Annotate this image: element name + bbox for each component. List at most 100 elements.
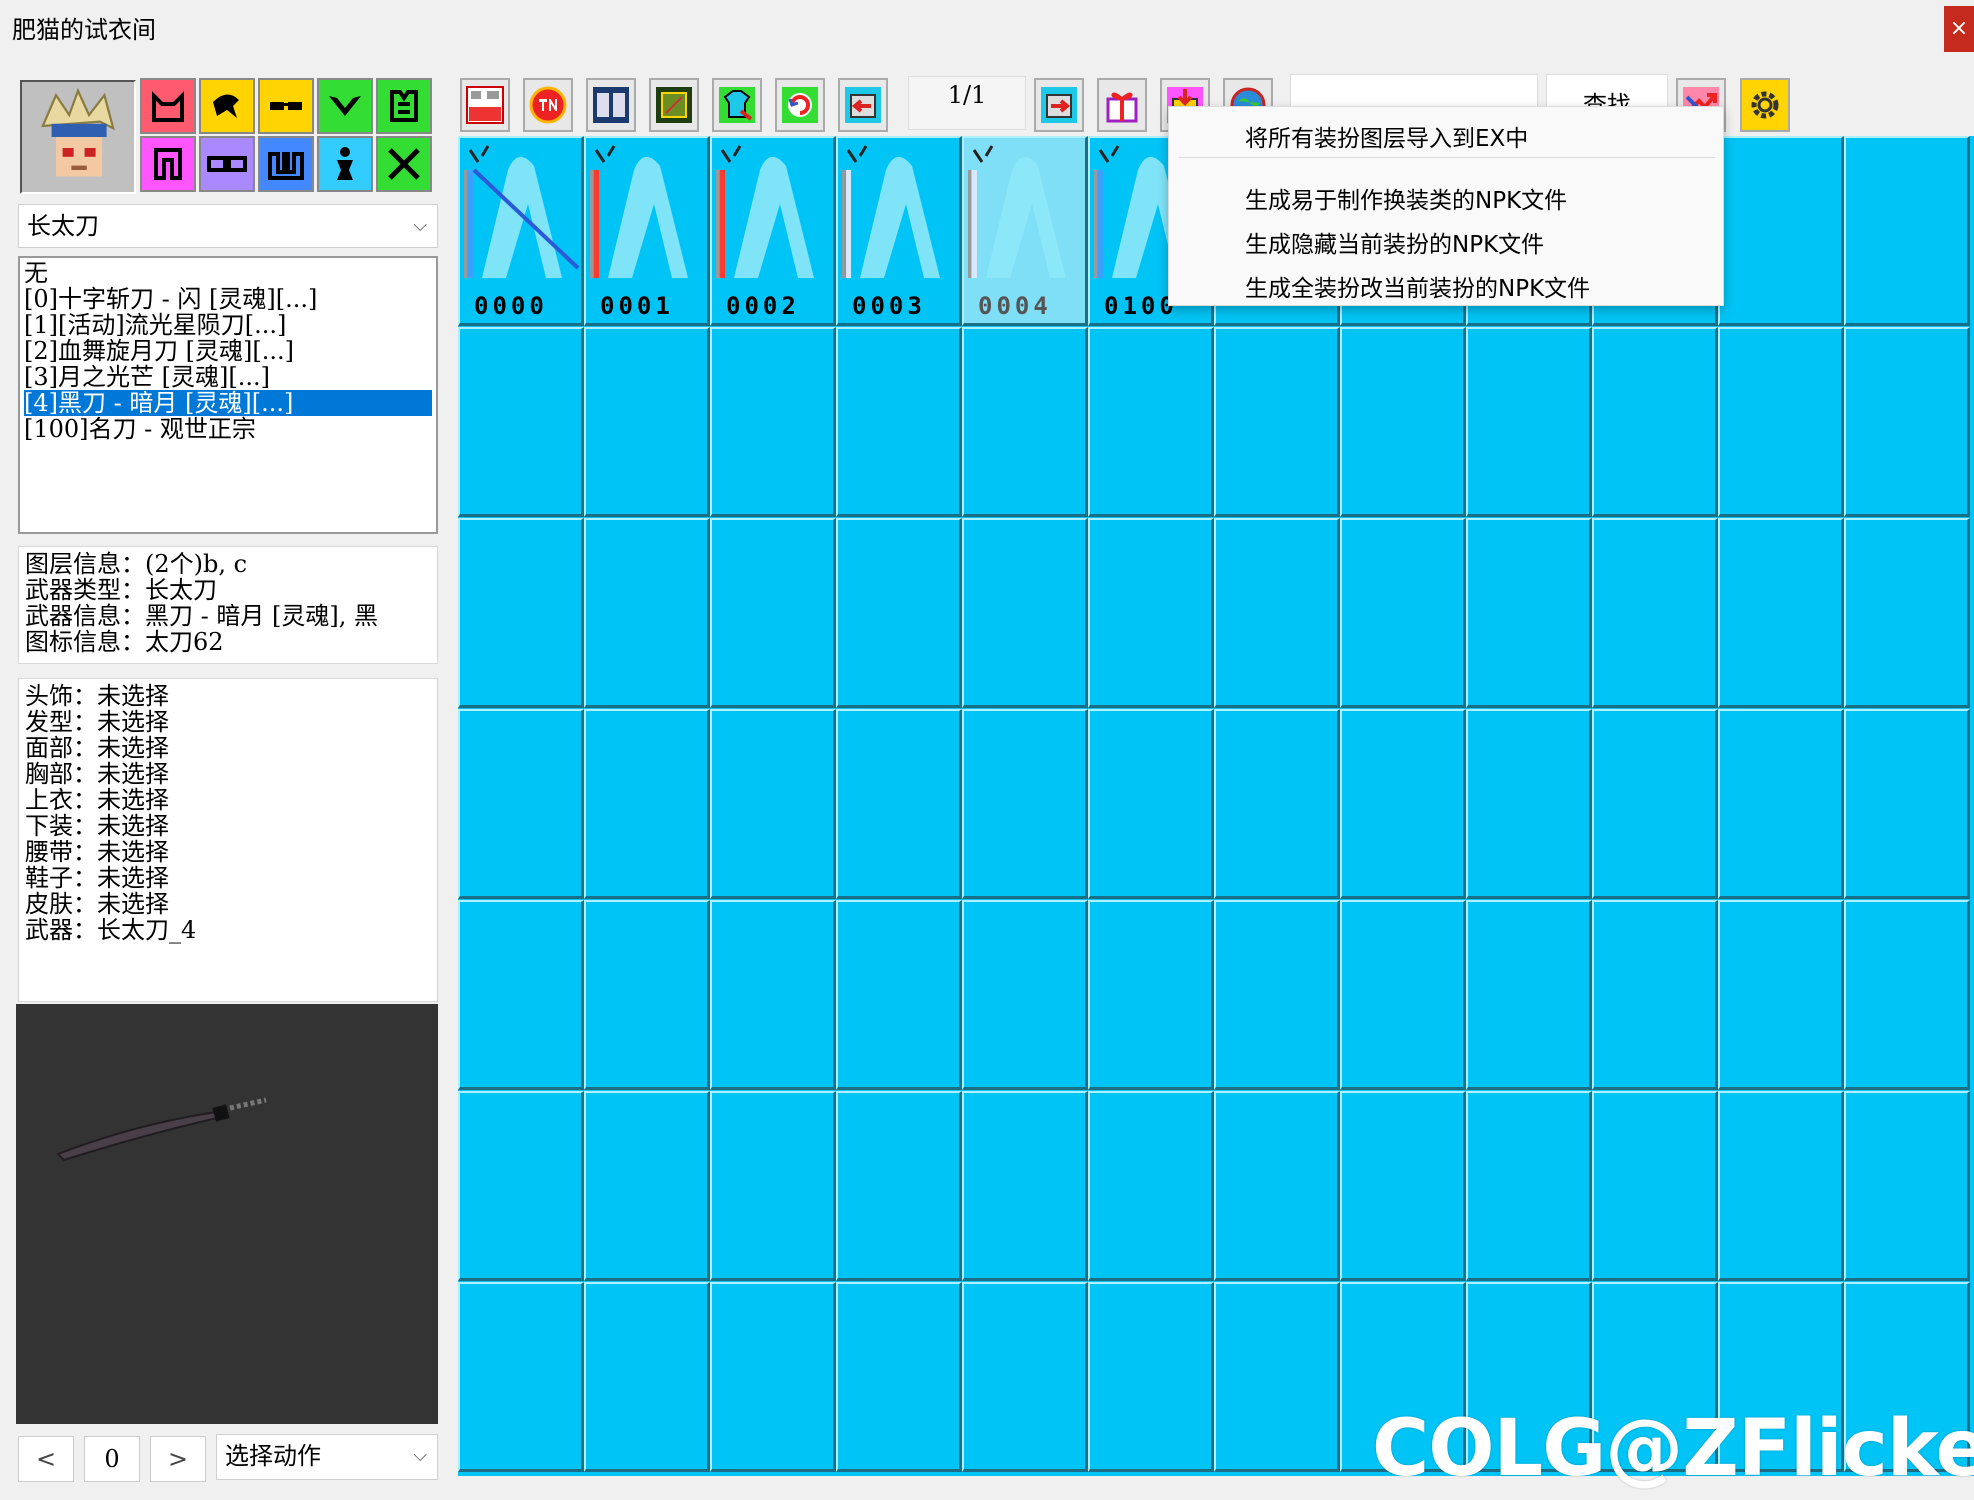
frame-number-input[interactable]: 0 [84,1436,140,1482]
grid-cell[interactable] [710,1282,836,1472]
grid-cell[interactable] [584,1282,710,1472]
slot-neck-button[interactable] [317,78,373,134]
grid-cell[interactable]: 0003 [836,136,962,326]
menu-item-generate-full-npk[interactable]: 生成全装扮改当前装扮的NPK文件 [1245,269,1590,303]
slot-pants-button[interactable] [140,136,196,192]
grid-cell[interactable] [962,1091,1088,1281]
list-item[interactable]: [3]月之光芒 [灵魂][...] [24,364,432,390]
grid-cell[interactable] [1592,1091,1718,1281]
menu-item-import-ex[interactable]: 将所有装扮图层导入到EX中 [1245,119,1528,153]
grid-cell[interactable]: 0002 [710,136,836,326]
grid-cell[interactable] [836,327,962,517]
grid-cell[interactable] [836,709,962,899]
action-select[interactable]: 选择动作 ⌵ [216,1434,438,1480]
grid-cell[interactable] [1718,1091,1844,1281]
grid-cell[interactable] [962,900,1088,1090]
grid-cell[interactable] [710,900,836,1090]
export-button[interactable] [1034,78,1084,132]
grid-cell[interactable] [836,900,962,1090]
grid-cell[interactable] [1718,327,1844,517]
next-frame-button[interactable]: > [150,1436,206,1482]
close-button[interactable]: × [1944,6,1974,52]
grid-cell[interactable] [584,900,710,1090]
list-item[interactable]: [2]血舞旋月刀 [灵魂][...] [24,338,432,364]
grid-cell[interactable] [1214,900,1340,1090]
slot-cap-button[interactable] [140,78,196,134]
grid-cell[interactable] [584,327,710,517]
outfit-button[interactable] [712,78,762,132]
layers-panel-button[interactable] [586,78,636,132]
grid-cell[interactable] [1340,900,1466,1090]
grid-cell[interactable] [584,709,710,899]
grid-cell[interactable] [836,1282,962,1472]
grid-cell[interactable] [1214,1091,1340,1281]
grid-cell[interactable] [1844,518,1970,708]
grid-cell[interactable] [1844,136,1970,326]
grid-cell[interactable] [962,327,1088,517]
character-avatar[interactable] [20,80,136,194]
avatar-grid[interactable]: 0000 0001 0002 0003 0004 0100 [458,136,1974,1476]
grid-cell[interactable] [1592,518,1718,708]
menu-item-generate-hide-npk[interactable]: 生成隐藏当前装扮的NPK文件 [1245,225,1544,259]
grid-cell[interactable]: 0004 [962,136,1088,326]
refresh-button[interactable] [775,78,825,132]
grid-cell[interactable] [962,709,1088,899]
grid-cell[interactable] [1088,1282,1214,1472]
grid-cell[interactable] [458,518,584,708]
grid-cell[interactable]: 0001 [584,136,710,326]
gift-button[interactable] [1097,78,1147,132]
list-item[interactable]: 无 [24,260,432,286]
grid-cell[interactable] [1214,518,1340,708]
grid-cell[interactable] [1718,518,1844,708]
grid-cell[interactable] [836,518,962,708]
grid-cell[interactable] [458,327,584,517]
grid-cell[interactable] [1088,327,1214,517]
grid-cell[interactable] [1718,900,1844,1090]
list-item[interactable]: [0]十字斩刀 - 闪 [灵魂][...] [24,286,432,312]
grid-cell[interactable] [1466,709,1592,899]
frame-grid-button[interactable] [649,78,699,132]
grid-cell[interactable] [1214,1282,1340,1472]
grid-cell[interactable] [584,1091,710,1281]
list-item[interactable]: [100]名刀 - 观世正宗 [24,416,432,442]
grid-cell[interactable] [1088,518,1214,708]
slot-face-button[interactable] [258,78,314,134]
grid-cell[interactable] [1844,709,1970,899]
grid-cell[interactable] [1844,1091,1970,1281]
slot-hair-button[interactable] [199,78,255,134]
grid-cell[interactable]: 0000 [458,136,584,326]
tn-button[interactable] [523,78,573,132]
grid-cell[interactable] [1718,136,1844,326]
grid-cell[interactable] [1214,327,1340,517]
weapon-category-select[interactable]: 长太刀 ⌵ [18,204,438,248]
grid-cell[interactable] [710,518,836,708]
settings-button[interactable] [1740,78,1790,132]
grid-cell[interactable] [1592,900,1718,1090]
list-item[interactable]: [1][活动]流光星陨刀[...] [24,312,432,338]
grid-cell[interactable] [1844,327,1970,517]
grid-cell[interactable] [458,1091,584,1281]
grid-cell[interactable] [1592,327,1718,517]
slot-belt-button[interactable] [199,136,255,192]
grid-cell[interactable] [962,518,1088,708]
grid-cell[interactable] [962,1282,1088,1472]
grid-cell[interactable] [458,709,584,899]
grid-cell[interactable] [1466,518,1592,708]
grid-cell[interactable] [1340,1091,1466,1281]
grid-cell[interactable] [1214,709,1340,899]
size-button[interactable] [460,78,510,132]
grid-cell[interactable] [836,1091,962,1281]
grid-cell[interactable] [1088,1091,1214,1281]
grid-cell[interactable] [458,1282,584,1472]
slot-skin-button[interactable] [317,136,373,192]
grid-cell[interactable] [1466,900,1592,1090]
grid-cell[interactable] [1340,709,1466,899]
slot-shoes-button[interactable] [258,136,314,192]
grid-cell[interactable] [710,327,836,517]
menu-item-generate-swap-npk[interactable]: 生成易于制作换装类的NPK文件 [1245,181,1567,215]
grid-cell[interactable] [584,518,710,708]
grid-cell[interactable] [710,709,836,899]
slot-weapon-button[interactable] [376,136,432,192]
grid-cell[interactable] [710,1091,836,1281]
grid-cell[interactable] [1088,900,1214,1090]
